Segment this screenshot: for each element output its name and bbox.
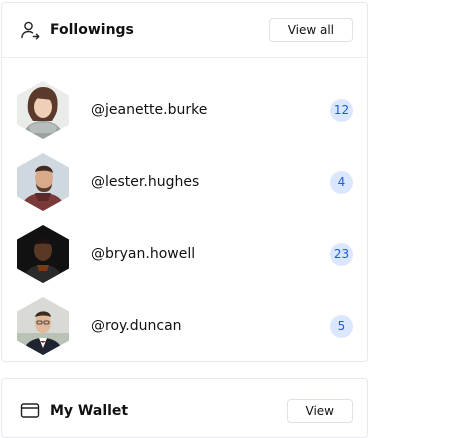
user-follow-icon [20,20,40,40]
avatar [17,225,69,283]
wallet-header: My Wallet View [2,379,367,423]
following-handle: @lester.hughes [91,174,200,190]
following-row[interactable]: @jeanette.burke 12 [2,74,367,146]
count-badge: 5 [330,314,353,338]
wallet-card: My Wallet View [1,378,368,438]
following-handle: @roy.duncan [91,318,182,334]
following-handle: @bryan.howell [91,246,196,262]
wallet-title: My Wallet [50,403,129,419]
followings-title: Followings [50,22,134,38]
avatar [17,297,69,355]
view-all-button[interactable]: View all [268,18,353,42]
wallet-view-button[interactable]: View [286,399,353,423]
avatar [17,81,69,139]
following-row[interactable]: @lester.hughes 4 [2,146,367,218]
followings-card: Followings View all @jeanette.burke 12 @… [1,2,368,362]
count-badge: 12 [330,98,353,122]
followings-list: @jeanette.burke 12 @lester.hughes 4 @bry… [2,58,367,362]
followings-header: Followings View all [2,3,367,58]
following-row[interactable]: @bryan.howell 23 [2,218,367,290]
count-badge: 4 [330,170,353,194]
following-row[interactable]: @roy.duncan 5 [2,290,367,362]
count-badge: 23 [330,242,353,266]
avatar [17,153,69,211]
following-handle: @jeanette.burke [91,102,208,118]
